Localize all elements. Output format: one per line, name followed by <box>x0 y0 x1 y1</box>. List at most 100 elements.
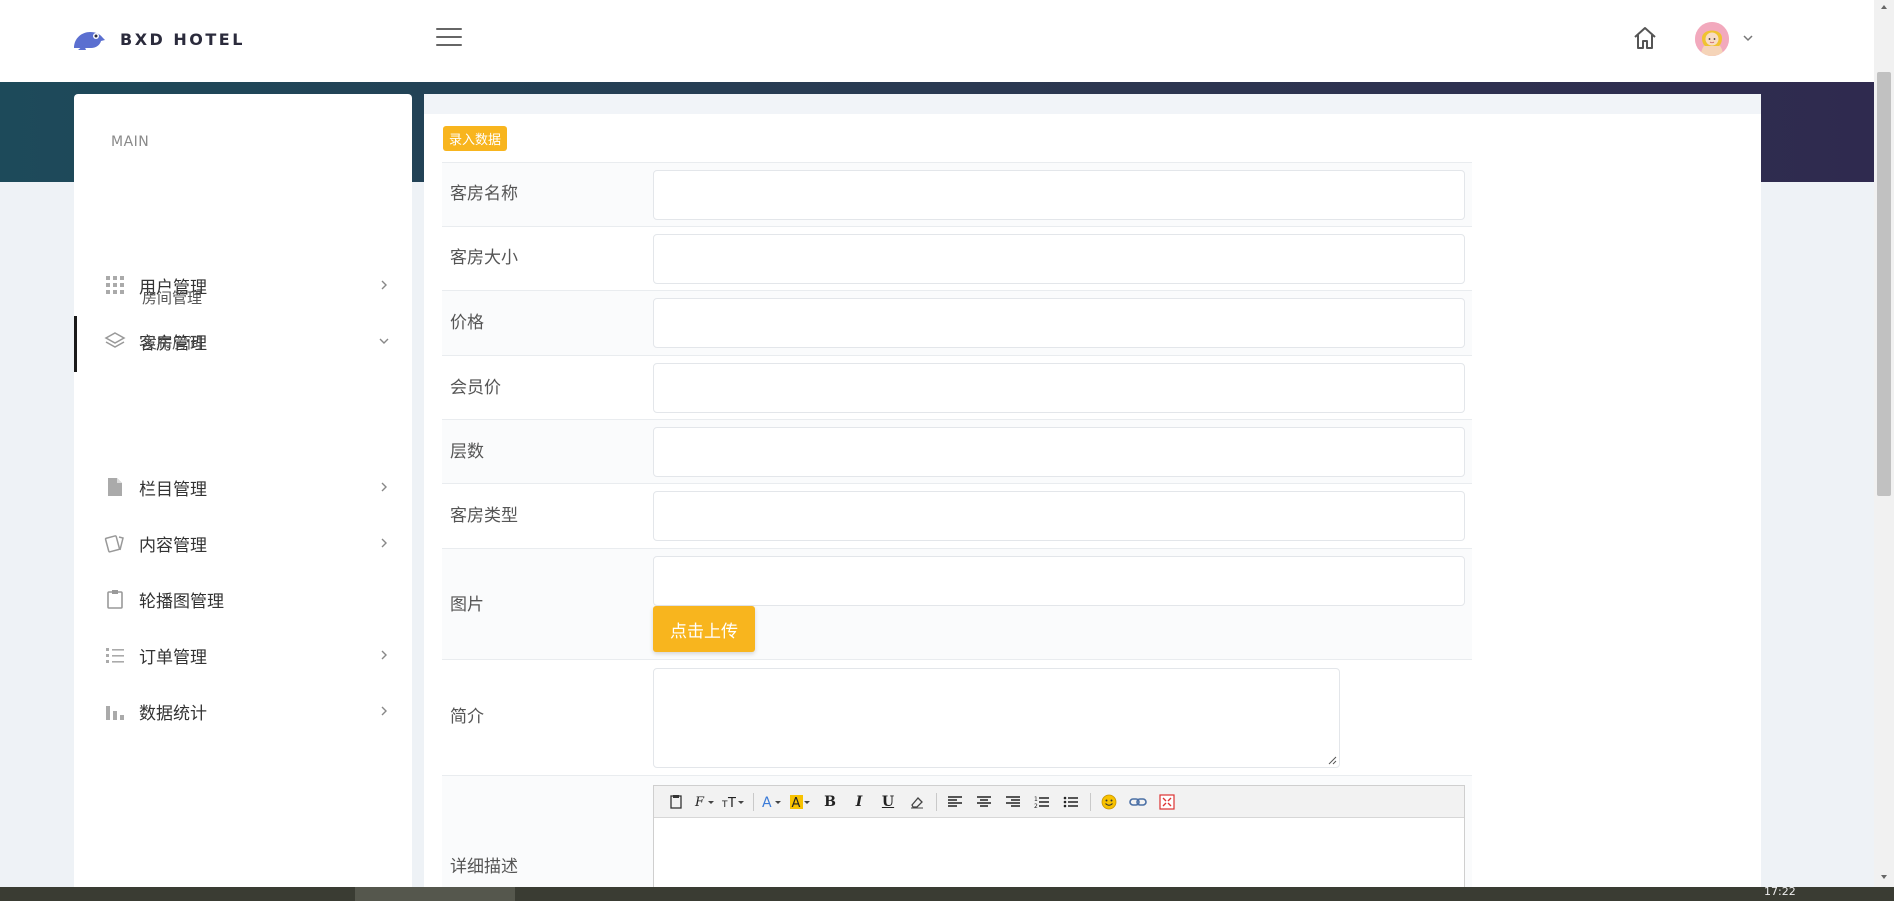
bold-icon[interactable]: B <box>818 790 842 814</box>
font-color-icon[interactable]: A <box>760 790 784 814</box>
field-label: 层数 <box>450 442 484 462</box>
toolbar-separator <box>753 792 754 811</box>
svg-text:2: 2 <box>1034 803 1038 809</box>
align-right-icon[interactable] <box>1001 790 1025 814</box>
sidebar-item-label: 数据统计 <box>139 703 207 724</box>
sidebar-item-statistics[interactable]: 数据统计 <box>74 686 412 736</box>
sidebar-item-label: 内容管理 <box>139 535 207 556</box>
form-row-intro: 简介 <box>442 659 1472 775</box>
layers-icon <box>104 332 126 348</box>
form-row-price: 价格 <box>442 290 1472 355</box>
svg-text:A: A <box>792 796 801 810</box>
taskbar-active-app[interactable] <box>355 887 515 901</box>
taskbar-clock: 17:22 <box>1764 885 1796 898</box>
form-row-floor: 层数 <box>442 419 1472 483</box>
svg-text:A: A <box>762 795 772 810</box>
chevron-down-icon <box>379 338 389 344</box>
resize-handle-icon[interactable] <box>1327 755 1337 765</box>
sidebar-item-carousel[interactable]: 轮播图管理 <box>74 574 412 624</box>
eraser-icon[interactable] <box>905 790 929 814</box>
link-icon[interactable] <box>1126 790 1150 814</box>
frog-logo-icon <box>74 32 105 50</box>
intro-textarea[interactable] <box>653 668 1340 768</box>
editor-toolbar: F TT A A B I U 1 2 <box>654 786 1464 818</box>
align-center-icon[interactable] <box>972 790 996 814</box>
sidebar-item-label: 订单管理 <box>139 647 207 668</box>
chevron-down-icon[interactable] <box>1742 32 1754 44</box>
fullscreen-icon[interactable] <box>1155 790 1179 814</box>
page-scrollbar[interactable] <box>1874 0 1894 887</box>
field-label: 图片 <box>450 595 484 615</box>
room-size-input[interactable] <box>653 234 1465 284</box>
chevron-right-icon <box>381 482 387 492</box>
scroll-down-icon[interactable] <box>1880 873 1888 881</box>
bar-chart-icon <box>106 706 124 720</box>
italic-icon[interactable]: I <box>847 790 871 814</box>
clipboard-icon <box>107 590 123 609</box>
field-label: 客房大小 <box>450 248 518 268</box>
sidebar-item-label: 轮播图管理 <box>139 591 224 612</box>
scroll-thumb[interactable] <box>1877 72 1891 496</box>
sidebar-item-rooms[interactable]: 客房管理 <box>74 316 412 372</box>
field-label: 简介 <box>450 707 484 727</box>
rich-text-editor: F TT A A B I U 1 2 <box>653 785 1465 901</box>
highlight-color-icon[interactable]: A <box>789 790 813 814</box>
floor-input[interactable] <box>653 427 1465 477</box>
cards-icon <box>104 535 124 553</box>
emoji-icon[interactable] <box>1097 790 1121 814</box>
chevron-right-icon <box>381 538 387 548</box>
sidebar-subitem-room-management[interactable]: 房间管理 <box>142 287 202 308</box>
field-label: 详细描述 <box>450 857 518 877</box>
field-label: 客房名称 <box>450 184 518 204</box>
svg-text:T: T <box>727 796 736 810</box>
align-left-icon[interactable] <box>943 790 967 814</box>
sidebar-section-label: MAIN <box>111 134 150 150</box>
brand-name: BXD HOTEL <box>120 29 245 49</box>
price-input[interactable] <box>653 298 1465 348</box>
svg-text:F: F <box>694 795 705 810</box>
form-row-room-name: 客房名称 <box>442 162 1472 226</box>
room-type-input[interactable] <box>653 491 1465 541</box>
data-entry-badge: 录入数据 <box>443 126 508 151</box>
form-row-image: 图片 点击上传 <box>442 548 1472 659</box>
member-price-input[interactable] <box>653 363 1465 413</box>
panel-header-strip <box>424 94 1761 114</box>
sidebar-item-label: 栏目管理 <box>139 479 207 500</box>
image-path-input[interactable] <box>653 556 1465 606</box>
form-row-member-price: 会员价 <box>442 355 1472 419</box>
sidebar-item-columns[interactable]: 栏目管理 <box>74 462 412 512</box>
font-family-icon[interactable]: F <box>693 790 717 814</box>
upload-button[interactable]: 点击上传 <box>653 606 755 652</box>
svg-text:1: 1 <box>1034 796 1038 803</box>
home-icon[interactable] <box>1631 24 1659 52</box>
sidebar-subitem-publish-room[interactable]: 发布房间 <box>142 332 202 353</box>
form-row-room-type: 客房类型 <box>442 483 1472 548</box>
sidebar-item-content[interactable]: 内容管理 <box>74 518 412 568</box>
room-name-input[interactable] <box>653 170 1465 220</box>
scroll-up-icon[interactable] <box>1880 3 1888 11</box>
underline-icon[interactable]: U <box>876 790 900 814</box>
form-row-room-size: 客房大小 <box>442 226 1472 290</box>
source-code-icon[interactable] <box>664 790 688 814</box>
field-label: 价格 <box>450 313 484 333</box>
sidebar: MAIN 用户管理 客房管理 房间管理 发布房间 栏目管理 内容管理 轮播图管理… <box>74 94 412 901</box>
grid-icon <box>106 276 124 294</box>
list-icon <box>106 648 124 663</box>
menu-toggle-button[interactable] <box>436 28 462 48</box>
document-icon <box>108 478 122 496</box>
toolbar-separator <box>936 792 937 811</box>
chevron-right-icon <box>381 650 387 660</box>
sidebar-item-orders[interactable]: 订单管理 <box>74 630 412 680</box>
sidebar-item-users[interactable]: 用户管理 <box>74 260 412 310</box>
brand-logo[interactable]: BXD HOTEL <box>72 26 245 52</box>
field-label: 会员价 <box>450 378 501 398</box>
unordered-list-icon[interactable] <box>1059 790 1083 814</box>
font-size-icon[interactable]: TT <box>722 790 746 814</box>
toolbar-separator <box>1090 792 1091 811</box>
field-label: 客房类型 <box>450 506 518 526</box>
top-header: BXD HOTEL <box>0 0 1874 82</box>
chevron-right-icon <box>381 280 387 290</box>
user-avatar[interactable] <box>1695 22 1729 56</box>
ordered-list-icon[interactable]: 12 <box>1030 790 1054 814</box>
chevron-right-icon <box>381 706 387 716</box>
